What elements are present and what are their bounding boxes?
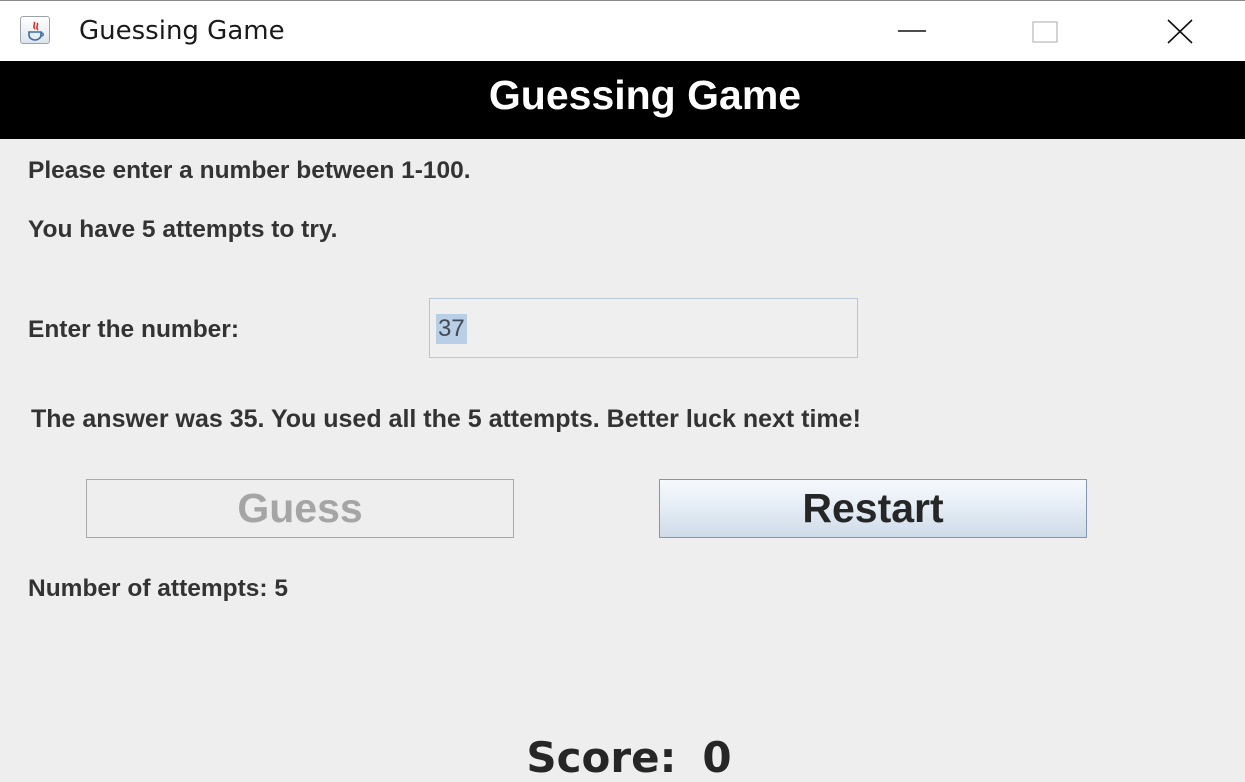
result-message: The answer was 35. You used all the 5 at… — [31, 405, 861, 433]
number-input-label: Enter the number: — [28, 316, 239, 343]
restart-button[interactable]: Restart — [659, 479, 1087, 538]
java-icon — [20, 16, 50, 44]
minimize-icon — [898, 30, 926, 32]
page-title: Guessing Game — [488, 72, 802, 118]
close-button[interactable] — [1146, 1, 1216, 61]
window-title: Guessing Game — [79, 16, 285, 46]
score-label: Score: — [526, 733, 677, 782]
attempts-counter: Number of attempts: 5 — [28, 575, 289, 602]
title-bar[interactable]: Guessing Game — [0, 0, 1245, 61]
score-display: Score: 0 — [0, 730, 1245, 782]
range-instruction: Please enter a number between 1-100. — [28, 157, 471, 184]
score-value: 0 — [702, 733, 732, 782]
attempts-instruction: You have 5 attempts to try. — [28, 216, 338, 243]
header-banner: Guessing Game — [0, 61, 1245, 139]
maximize-icon — [1032, 21, 1058, 43]
minimize-button[interactable] — [876, 1, 946, 61]
number-input[interactable]: 37 — [429, 298, 858, 358]
maximize-button[interactable] — [1010, 1, 1080, 61]
number-input-value: 37 — [436, 314, 467, 344]
close-icon — [1167, 19, 1193, 44]
guessing-game-window: Guessing Game Guessing Game Please enter… — [0, 0, 1245, 782]
guess-button[interactable]: Guess — [86, 479, 514, 538]
